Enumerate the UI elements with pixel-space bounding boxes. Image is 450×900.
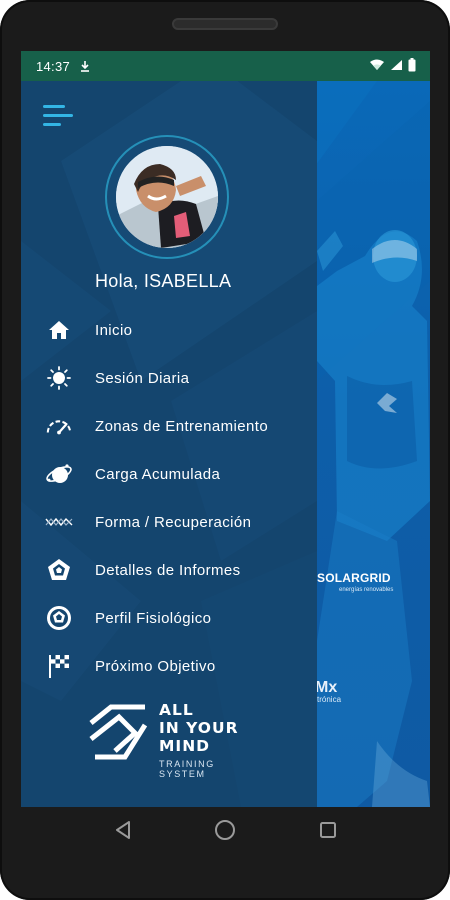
- navigation-drawer: Hola, ISABELLA Inicio Sesión Diaria Zona…: [21, 81, 317, 807]
- home-icon: [45, 316, 73, 344]
- menu-item-inicio[interactable]: Inicio: [21, 308, 317, 352]
- greeting-text: Hola, ISABELLA: [95, 271, 232, 291]
- status-icons: [369, 57, 416, 75]
- menu-item-carga-acumulada[interactable]: Carga Acumulada: [21, 452, 317, 496]
- sphere-orbit-icon: [45, 460, 73, 488]
- menu-item-label: Perfil Fisiológico: [95, 609, 212, 627]
- wave-icon: [45, 508, 73, 536]
- pentagon-icon: [45, 556, 73, 584]
- status-bar: 14:37: [21, 51, 430, 81]
- brand-logo-icon: [89, 704, 148, 760]
- menu-item-perfil-fisiologico[interactable]: Perfil Fisiológico: [21, 596, 317, 640]
- menu-item-label: Inicio: [95, 321, 133, 339]
- avatar-ring: [105, 135, 229, 259]
- sponsor-mx-tagline: trónica: [317, 695, 342, 704]
- download-icon: [80, 60, 90, 72]
- signal-icon: [390, 59, 403, 74]
- menu-item-label: Forma / Recuperación: [95, 513, 252, 531]
- brand-title: ALL IN YOUR MIND: [159, 701, 239, 755]
- phone-frame: 14:37 SOLARGRID energías renovables Mx t…: [0, 0, 450, 900]
- screen: 14:37 SOLARGRID energías renovables Mx t…: [21, 51, 430, 807]
- brand-block: ALL IN YOUR MIND TRAINING SYSTEM: [87, 701, 287, 791]
- battery-icon: [408, 57, 416, 75]
- menu-item-detalles-informes[interactable]: Detalles de Informes: [21, 548, 317, 592]
- menu-toggle-icon[interactable]: [43, 103, 73, 131]
- recents-icon[interactable]: [305, 807, 351, 853]
- menu-item-label: Zonas de Entrenamiento: [95, 417, 269, 435]
- sponsor-solargrid: SOLARGRID: [317, 571, 391, 585]
- home-nav-icon[interactable]: [202, 807, 248, 853]
- checkered-flag-icon: [45, 652, 73, 680]
- avatar[interactable]: [116, 146, 218, 248]
- status-time: 14:37: [36, 58, 71, 74]
- sun-icon: [45, 364, 73, 392]
- menu-item-label: Próximo Objetivo: [95, 657, 216, 675]
- back-icon[interactable]: [101, 807, 147, 853]
- menu-item-label: Sesión Diaria: [95, 369, 190, 387]
- menu-item-forma-recuperacion[interactable]: Forma / Recuperación: [21, 500, 317, 544]
- menu-item-zonas-entrenamiento[interactable]: Zonas de Entrenamiento: [21, 404, 317, 448]
- background-promo: SOLARGRID energías renovables Mx trónica: [317, 81, 430, 807]
- menu-item-label: Carga Acumulada: [95, 465, 221, 483]
- system-nav-bar: [0, 807, 450, 853]
- speedometer-icon: [45, 412, 73, 440]
- earpiece-speaker: [172, 18, 278, 30]
- circle-pentagon-icon: [45, 604, 73, 632]
- brand-subtitle: TRAINING SYSTEM: [159, 759, 215, 779]
- sponsor-solargrid-tagline: energías renovables: [339, 587, 394, 593]
- menu-item-proximo-objetivo[interactable]: Próximo Objetivo: [21, 644, 317, 688]
- wifi-icon: [369, 59, 385, 74]
- menu-item-label: Detalles de Informes: [95, 561, 241, 579]
- menu-item-sesion-diaria[interactable]: Sesión Diaria: [21, 356, 317, 400]
